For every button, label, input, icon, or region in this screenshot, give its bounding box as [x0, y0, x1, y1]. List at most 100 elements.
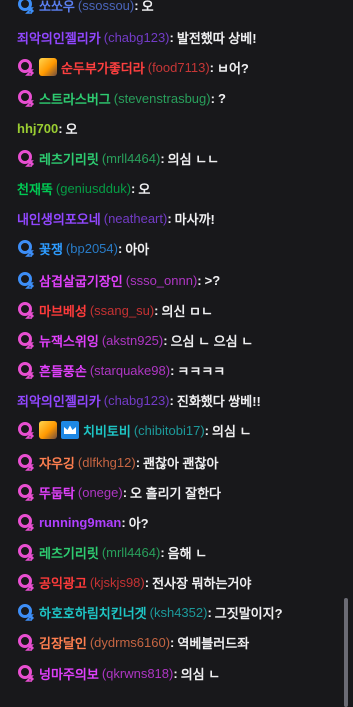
subscriber-badge-pink-icon[interactable] — [17, 543, 35, 561]
crown-badge-icon[interactable] — [61, 421, 79, 439]
chat-username[interactable]: 레츠기리릿 — [39, 543, 99, 562]
subscriber-badge-pink-icon[interactable] — [17, 664, 35, 682]
chat-username[interactable]: 레츠기리릿 — [39, 149, 99, 168]
chat-username[interactable]: 공익광고 — [39, 573, 87, 592]
chat-message-text: ? — [217, 90, 226, 106]
chat-message: 뚜둡탁 (onege): 오 흘리기 잘한다 — [0, 477, 336, 507]
chat-username[interactable]: 내인생의포오네 — [17, 209, 101, 228]
chat-separator: : — [121, 514, 126, 530]
chat-message: 하호호하림치킨너겟 (ksh4352): 그짓말이지? — [0, 597, 336, 627]
chat-message-text: 오 — [141, 0, 154, 14]
chat-username[interactable]: hhj700 — [17, 121, 58, 136]
chat-login-name[interactable]: (onege) — [78, 485, 123, 500]
chat-login-name[interactable]: (neatheart) — [104, 211, 168, 226]
chat-login-name[interactable]: (starquake98) — [90, 363, 170, 378]
chat-message: 뉴잭스위잉 (akstn925): 으심 ㄴ 으심 ㄴ — [0, 325, 336, 355]
subscriber-badge-pink-icon[interactable] — [17, 633, 35, 651]
chat-login-name[interactable]: (ssang_su) — [90, 303, 154, 318]
chat-login-name[interactable]: (ksh4352) — [150, 605, 208, 620]
chat-username[interactable]: 쟈우깅 — [39, 453, 75, 472]
chat-username[interactable]: 뚜둡탁 — [39, 483, 75, 502]
chat-login-name[interactable]: (stevenstrasbug) — [114, 91, 211, 106]
subscriber-badge-pink-icon[interactable] — [17, 573, 35, 591]
chat-login-name[interactable]: (mrll4464) — [102, 151, 161, 166]
chat-separator: : — [170, 634, 175, 650]
chat-username[interactable]: 천재뚝 — [17, 179, 53, 198]
subscriber-badge-pink-icon[interactable] — [17, 89, 35, 107]
chat-username[interactable]: running9man — [39, 515, 121, 530]
chat-login-name[interactable]: (qkrwns818) — [102, 666, 174, 681]
chat-login-name[interactable]: (chabg123) — [104, 393, 170, 408]
chat-message: 공익광고 (kjskjs98): 전사장 뭐하는거야 — [0, 567, 336, 597]
chat-username[interactable]: 삼겹살굽기장인 — [39, 271, 123, 290]
chat-login-name[interactable]: (kjskjs98) — [90, 575, 145, 590]
chat-login-name[interactable]: (mrll4464) — [102, 545, 161, 560]
subscriber-badge-blue-icon[interactable] — [17, 603, 35, 621]
subscriber-badge-pink-icon[interactable] — [17, 301, 35, 319]
chat-scrollbar[interactable] — [336, 0, 353, 707]
chat-message-text: 의심 ㄴㄴ — [167, 151, 220, 167]
chat-username[interactable]: 흔들풍손 — [39, 361, 87, 380]
subscriber-badge-pink-icon[interactable] — [17, 149, 35, 167]
subscriber-badge-pink-icon[interactable] — [17, 513, 35, 531]
chat-message-text: 발전했따 상베! — [176, 30, 257, 46]
chat-message-text: 의신 ㅁㄴ — [161, 303, 213, 319]
chat-login-name[interactable]: (akstn925) — [102, 333, 163, 348]
chat-separator: : — [160, 544, 165, 560]
chat-message: 삼겹살굽기장인 (ssso_onnn): >? — [0, 265, 336, 295]
chat-login-name[interactable]: (food7113) — [148, 60, 210, 75]
subscriber-badge-pink-icon[interactable] — [17, 421, 35, 439]
chat-login-name[interactable]: (geniusdduk) — [56, 181, 131, 196]
chat-message: hhj700: 오 — [0, 113, 336, 143]
chat-separator: : — [58, 120, 63, 136]
chat-username[interactable]: 죄악의인젤리카 — [17, 391, 101, 410]
scrollbar-thumb[interactable] — [344, 598, 348, 707]
chat-username[interactable]: 김장달인 — [39, 633, 87, 652]
chat-separator: : — [169, 392, 174, 408]
chat-login-name[interactable]: (bp2054) — [66, 241, 118, 256]
chat-login-name[interactable]: (dlfkhg12) — [78, 455, 136, 470]
emote-badge-icon[interactable] — [39, 58, 57, 76]
chat-login-name[interactable]: (chabg123) — [104, 30, 170, 45]
subscriber-badge-pink-icon[interactable] — [17, 361, 35, 379]
chat-login-name[interactable]: (chibitobi17) — [134, 423, 205, 438]
chat-separator: : — [169, 29, 174, 45]
subscriber-badge-pink-icon[interactable] — [17, 331, 35, 349]
subscriber-badge-blue-icon[interactable] — [17, 0, 35, 14]
chat-separator: : — [131, 180, 136, 196]
chat-login-name[interactable]: (dydrms6160) — [90, 635, 170, 650]
chat-username[interactable]: 꽃쟁 — [39, 239, 63, 258]
chat-message-text: 그짓말이지? — [214, 605, 283, 621]
chat-message-text: 오 흘리기 잘한다 — [130, 485, 221, 501]
chat-message: 마브베성 (ssang_su): 의신 ㅁㄴ — [0, 295, 336, 325]
subscriber-badge-pink-icon[interactable] — [17, 453, 35, 471]
subscriber-badge-pink-icon[interactable] — [17, 483, 35, 501]
chat-message-list: 쏘쏘우 (ssossou): 오 죄악의인젤리카 (chabg123): 발전했따 상베!… — [0, 0, 336, 707]
chat-username[interactable]: 쏘쏘우 — [39, 0, 75, 15]
chat-message: 스트라스버그 (stevenstrasbug):? — [0, 83, 336, 113]
subscriber-badge-blue-icon[interactable] — [17, 271, 35, 289]
chat-message-text: 음해 ㄴ — [167, 545, 208, 561]
chat-username[interactable]: 마브베성 — [39, 301, 87, 320]
chat-message: 레츠기리릿 (mrll4464): 의심 ㄴㄴ — [0, 143, 336, 173]
chat-login-name[interactable]: (ssossou) — [78, 0, 134, 13]
chat-username[interactable]: 넝마주의보 — [39, 664, 99, 683]
chat-message: 넝마주의보 (qkrwns818): 의심 ㄴ — [0, 658, 336, 688]
chat-username[interactable]: 치비토비 — [83, 421, 131, 440]
chat-message: running9man: 아? — [0, 507, 336, 537]
chat-separator: : — [122, 484, 128, 500]
subscriber-badge-pink-icon[interactable] — [17, 58, 35, 76]
chat-message: 순두부가좋더라 (food7113): ㅂ어? — [0, 52, 336, 82]
chat-username[interactable]: 하호호하림치킨너겟 — [39, 603, 147, 622]
chat-username[interactable]: 죄악의인젤리카 — [17, 28, 101, 47]
chat-login-name[interactable]: (ssso_onnn) — [126, 273, 198, 288]
chat-message-text: 진화했다 쌍베!! — [176, 393, 261, 409]
chat-username[interactable]: 스트라스버그 — [39, 89, 111, 108]
chat-separator: : — [210, 90, 215, 106]
emote-badge-icon[interactable] — [39, 421, 57, 439]
subscriber-badge-blue-icon[interactable] — [17, 239, 35, 257]
chat-separator: : — [144, 574, 150, 590]
chat-message-text: 의심 ㄴ — [180, 666, 221, 682]
chat-username[interactable]: 뉴잭스위잉 — [39, 331, 99, 350]
chat-username[interactable]: 순두부가좋더라 — [61, 58, 145, 77]
